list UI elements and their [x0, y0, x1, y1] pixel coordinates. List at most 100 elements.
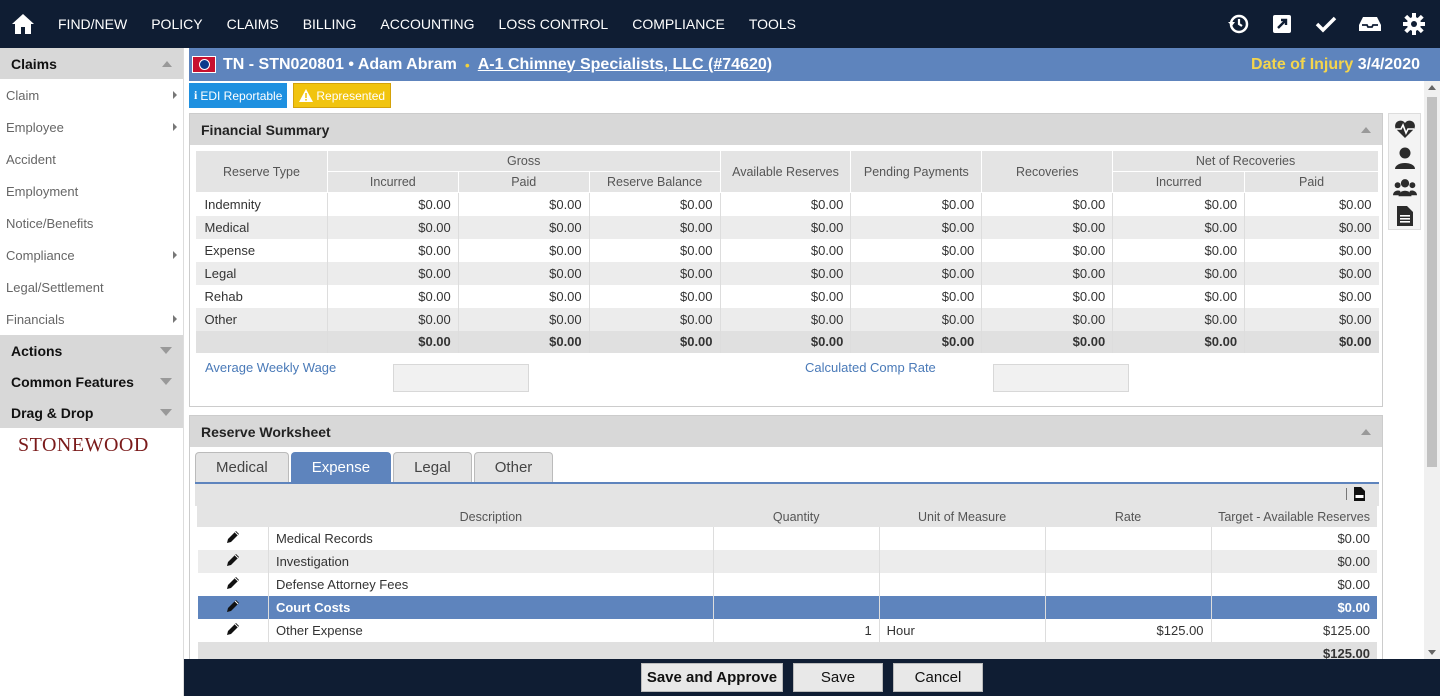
sidebar-claims-header[interactable]: Claims: [0, 48, 183, 79]
column-header: Gross: [326, 150, 721, 172]
sidebar-item-label: Employment: [6, 183, 79, 199]
sidebar: Claims Claim Employee Accident Employmen…: [0, 48, 184, 696]
sidebar-item-accident[interactable]: Accident: [0, 143, 183, 175]
nav-claims[interactable]: CLAIMS: [215, 0, 291, 48]
edit-cell: [198, 527, 269, 550]
checkmark-icon[interactable]: [1314, 12, 1338, 36]
sidebar-item-employment[interactable]: Employment: [0, 175, 183, 207]
column-header: Reserve Balance: [588, 171, 721, 193]
total-amount-cell: $0.00: [850, 330, 982, 353]
amount-cell: $0.00: [1244, 284, 1379, 308]
sidebar-common-features-header[interactable]: Common Features: [0, 366, 183, 397]
group-icon[interactable]: [1392, 175, 1417, 199]
pencil-edit-icon[interactable]: [226, 531, 240, 547]
person-icon[interactable]: [1393, 146, 1417, 170]
nav-loss-control[interactable]: LOSS CONTROL: [487, 0, 621, 48]
heartbeat-icon[interactable]: [1393, 117, 1417, 141]
unit-cell: Hour: [878, 619, 1046, 642]
table-row: Rehab $0.00 $0.00 $0.00 $0.00 $0.00 $0.00 $0.00…: [196, 284, 1379, 308]
amount-cell: $0.00: [1112, 307, 1245, 331]
sidebar-item-claim[interactable]: Claim: [0, 79, 183, 111]
column-header: Description: [267, 506, 714, 527]
amount-cell: $0.00: [850, 192, 982, 216]
quantity-cell: 1: [712, 619, 880, 642]
description-cell: Medical Records: [267, 527, 714, 550]
pencil-edit-icon[interactable]: [226, 577, 240, 593]
amount-cell: $0.00: [588, 261, 721, 285]
main-scrollbar[interactable]: [1424, 81, 1440, 659]
sidebar-drag-drop-header[interactable]: Drag & Drop: [0, 397, 183, 428]
table-row[interactable]: Investigation $0.00: [197, 550, 1377, 573]
amount-cell: $0.00: [981, 192, 1113, 216]
amount-cell: $0.00: [588, 284, 721, 308]
table-row[interactable]: Other Expense 1 Hour $125.00 $125.00: [198, 619, 1377, 642]
edit-cell: [197, 550, 269, 573]
collapse-icon: [162, 60, 172, 67]
nav-accounting[interactable]: ACCOUNTING: [368, 0, 486, 48]
gear-icon[interactable]: [1402, 12, 1426, 36]
sidebar-actions-header[interactable]: Actions: [0, 335, 183, 366]
amount-cell: $0.00: [719, 261, 851, 285]
panel-title: Reserve Worksheet: [201, 423, 331, 440]
amount-cell: $0.00: [719, 192, 851, 216]
table-row[interactable]: Defense Attorney Fees $0.00: [198, 573, 1377, 596]
table-row[interactable]: Court Costs $0.00: [197, 596, 1377, 619]
nav-billing[interactable]: BILLING: [291, 0, 369, 48]
external-link-icon[interactable]: [1270, 12, 1294, 36]
claim-header-bar: TN - STN020801 • Adam Abram • A-1 Chimne…: [189, 48, 1440, 81]
target-cell: $0.00: [1210, 527, 1377, 550]
amount-cell: $0.00: [981, 261, 1113, 285]
quantity-cell: [712, 550, 880, 573]
column-header: Pending Payments: [850, 150, 983, 193]
amount-cell: $0.00: [1112, 238, 1245, 262]
total-amount-cell: $0.00: [1244, 330, 1379, 353]
nav-compliance[interactable]: COMPLIANCE: [620, 0, 737, 48]
amount-cell: $0.00: [1244, 261, 1379, 285]
pencil-edit-icon[interactable]: [226, 623, 240, 639]
submenu-arrow-icon: [173, 251, 177, 259]
inbox-icon[interactable]: [1358, 12, 1382, 36]
save-and-approve-button[interactable]: Save and Approve: [641, 663, 783, 692]
table-row: Other $0.00 $0.00 $0.00 $0.00 $0.00 $0.00 $0.00…: [195, 307, 1379, 331]
collapse-icon[interactable]: [1361, 126, 1371, 133]
column-header: Quantity: [712, 506, 880, 527]
nav-find-new[interactable]: FIND/NEW: [46, 0, 139, 48]
history-icon[interactable]: [1226, 12, 1250, 36]
column-header: Incurred: [326, 171, 459, 193]
csv-export-icon[interactable]: [1354, 487, 1365, 501]
nav-policy[interactable]: POLICY: [139, 0, 214, 48]
tab-other[interactable]: Other: [473, 452, 554, 482]
sidebar-item-financials[interactable]: Financials: [0, 303, 183, 335]
table-row[interactable]: Medical Records $0.00: [198, 527, 1377, 550]
pencil-edit-icon[interactable]: [226, 600, 240, 616]
financial-summary-header[interactable]: Financial Summary: [190, 114, 1382, 145]
cancel-button[interactable]: Cancel: [893, 663, 983, 692]
nav-tools[interactable]: TOOLS: [737, 0, 808, 48]
home-icon[interactable]: [0, 0, 46, 48]
tab-medical[interactable]: Medical: [195, 452, 289, 482]
represented-badge-label: Represented: [316, 88, 386, 103]
tab-legal[interactable]: Legal: [393, 452, 472, 482]
employer-link[interactable]: A-1 Chimney Specialists, LLC (#74620): [478, 56, 772, 74]
sidebar-item-employee[interactable]: Employee: [0, 111, 183, 143]
unit-cell: [878, 527, 1046, 550]
scroll-up-icon[interactable]: [1428, 85, 1436, 90]
pencil-edit-icon[interactable]: [226, 554, 240, 570]
column-header: Reserve Type: [195, 150, 328, 193]
scroll-down-icon[interactable]: [1428, 650, 1436, 655]
document-icon[interactable]: [1393, 204, 1417, 228]
tab-expense[interactable]: Expense: [290, 452, 392, 482]
sidebar-item-legal-settlement[interactable]: Legal/Settlement: [0, 271, 183, 303]
scrollbar-thumb[interactable]: [1427, 97, 1437, 467]
financial-summary-panel: Financial Summary Reserve Type Gross Ava…: [189, 113, 1383, 407]
amount-cell: $0.00: [1112, 192, 1245, 216]
amount-cell: $0.00: [326, 215, 459, 239]
expand-icon: [160, 409, 172, 416]
collapse-icon[interactable]: [1361, 428, 1371, 435]
reserve-type-cell: Indemnity: [204, 196, 261, 212]
sidebar-item-compliance[interactable]: Compliance: [0, 239, 183, 271]
sidebar-item-notice-benefits[interactable]: Notice/Benefits: [0, 207, 183, 239]
save-button[interactable]: Save: [793, 663, 883, 692]
column-header: Available Reserves: [719, 150, 852, 193]
reserve-worksheet-header[interactable]: Reserve Worksheet: [190, 416, 1382, 447]
